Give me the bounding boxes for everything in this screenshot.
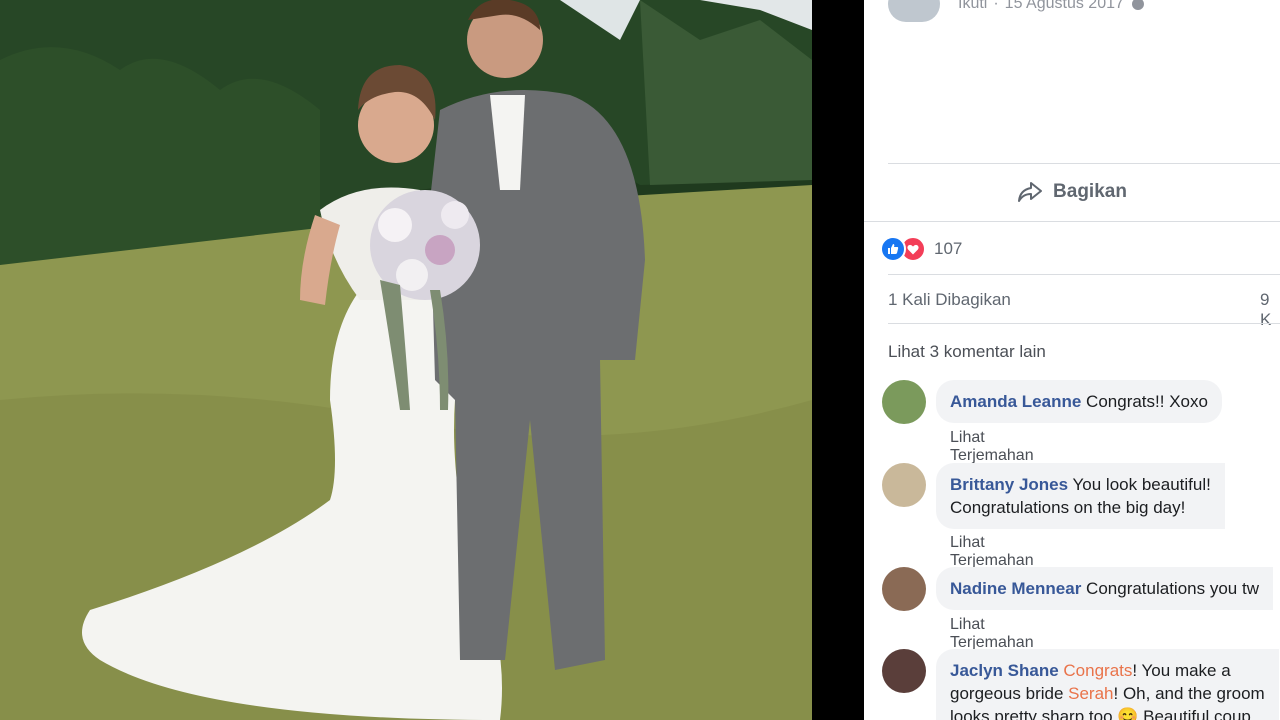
comment-text: You look beautiful! bbox=[1072, 475, 1211, 494]
comment-text: ! Oh, and the groom bbox=[1113, 684, 1265, 703]
comment-text-line2: Congratulations on the big day! bbox=[950, 498, 1186, 517]
mention-highlight: Congrats bbox=[1063, 661, 1133, 680]
comment-text: Congratulations you tw bbox=[1086, 579, 1259, 598]
globe-icon bbox=[1131, 0, 1144, 10]
commenter-avatar[interactable] bbox=[882, 463, 926, 507]
photo-letterbox bbox=[812, 0, 864, 720]
view-more-comments-link[interactable]: Lihat 3 komentar lain bbox=[888, 342, 1046, 362]
post-date[interactable]: 15 Agustus 2017 bbox=[1005, 0, 1124, 13]
post-photo[interactable] bbox=[0, 0, 812, 720]
see-translation-link[interactable]: Lihat Terjemahan bbox=[950, 534, 1034, 569]
separator-dot: · bbox=[993, 0, 999, 12]
share-icon bbox=[1018, 182, 1043, 202]
comment-author[interactable]: Jaclyn Shane bbox=[950, 661, 1059, 680]
comment-bubble: Jaclyn Shane Congrats! You make a gorgeo… bbox=[936, 649, 1279, 720]
commenter-avatar[interactable] bbox=[882, 567, 926, 611]
comment-bubble: Amanda Leanne Congrats!! Xoxo bbox=[936, 380, 1222, 423]
comment-text: ! You make a bbox=[1132, 661, 1231, 680]
post-header: Ikuti · 15 Agustus 2017 bbox=[888, 0, 1144, 22]
commenter-avatar[interactable] bbox=[882, 380, 926, 424]
comment-bubble: Brittany Jones You look beautiful! Congr… bbox=[936, 463, 1225, 529]
divider bbox=[864, 221, 1280, 222]
divider bbox=[888, 323, 1280, 324]
comment-author[interactable]: Brittany Jones bbox=[950, 475, 1068, 494]
mention-highlight: Serah bbox=[1068, 684, 1114, 703]
share-button[interactable]: Bagikan bbox=[864, 164, 1280, 220]
author-avatar[interactable] bbox=[888, 0, 940, 22]
view-count: 9 K bbox=[1260, 290, 1272, 329]
comment-text: Congrats!! Xoxo bbox=[1086, 392, 1208, 411]
wedding-photo bbox=[0, 0, 812, 720]
share-label: Bagikan bbox=[1053, 181, 1127, 202]
follow-link[interactable]: Ikuti bbox=[958, 0, 987, 13]
comment-author[interactable]: Amanda Leanne bbox=[950, 392, 1081, 411]
see-translation-link[interactable]: Lihat Terjemahan bbox=[950, 616, 1034, 651]
divider bbox=[888, 274, 1280, 275]
comment-bubble: Nadine Mennear Congratulations you tw bbox=[936, 567, 1273, 610]
share-count-link[interactable]: 1 Kali Dibagikan bbox=[888, 290, 1011, 310]
reactions-summary[interactable]: 107 bbox=[880, 236, 962, 262]
post-side-panel: Ikuti · 15 Agustus 2017 Bagikan 107 1 Ka… bbox=[864, 0, 1280, 720]
comment-text: looks pretty sharp too 😊 Beautiful coup bbox=[950, 707, 1251, 720]
comment-text: gorgeous bride bbox=[950, 684, 1069, 703]
commenter-avatar[interactable] bbox=[882, 649, 926, 693]
see-translation-link[interactable]: Lihat Terjemahan bbox=[950, 429, 1034, 464]
reaction-count: 107 bbox=[934, 239, 963, 258]
like-reaction-icon bbox=[880, 236, 906, 262]
comment-author[interactable]: Nadine Mennear bbox=[950, 579, 1081, 598]
